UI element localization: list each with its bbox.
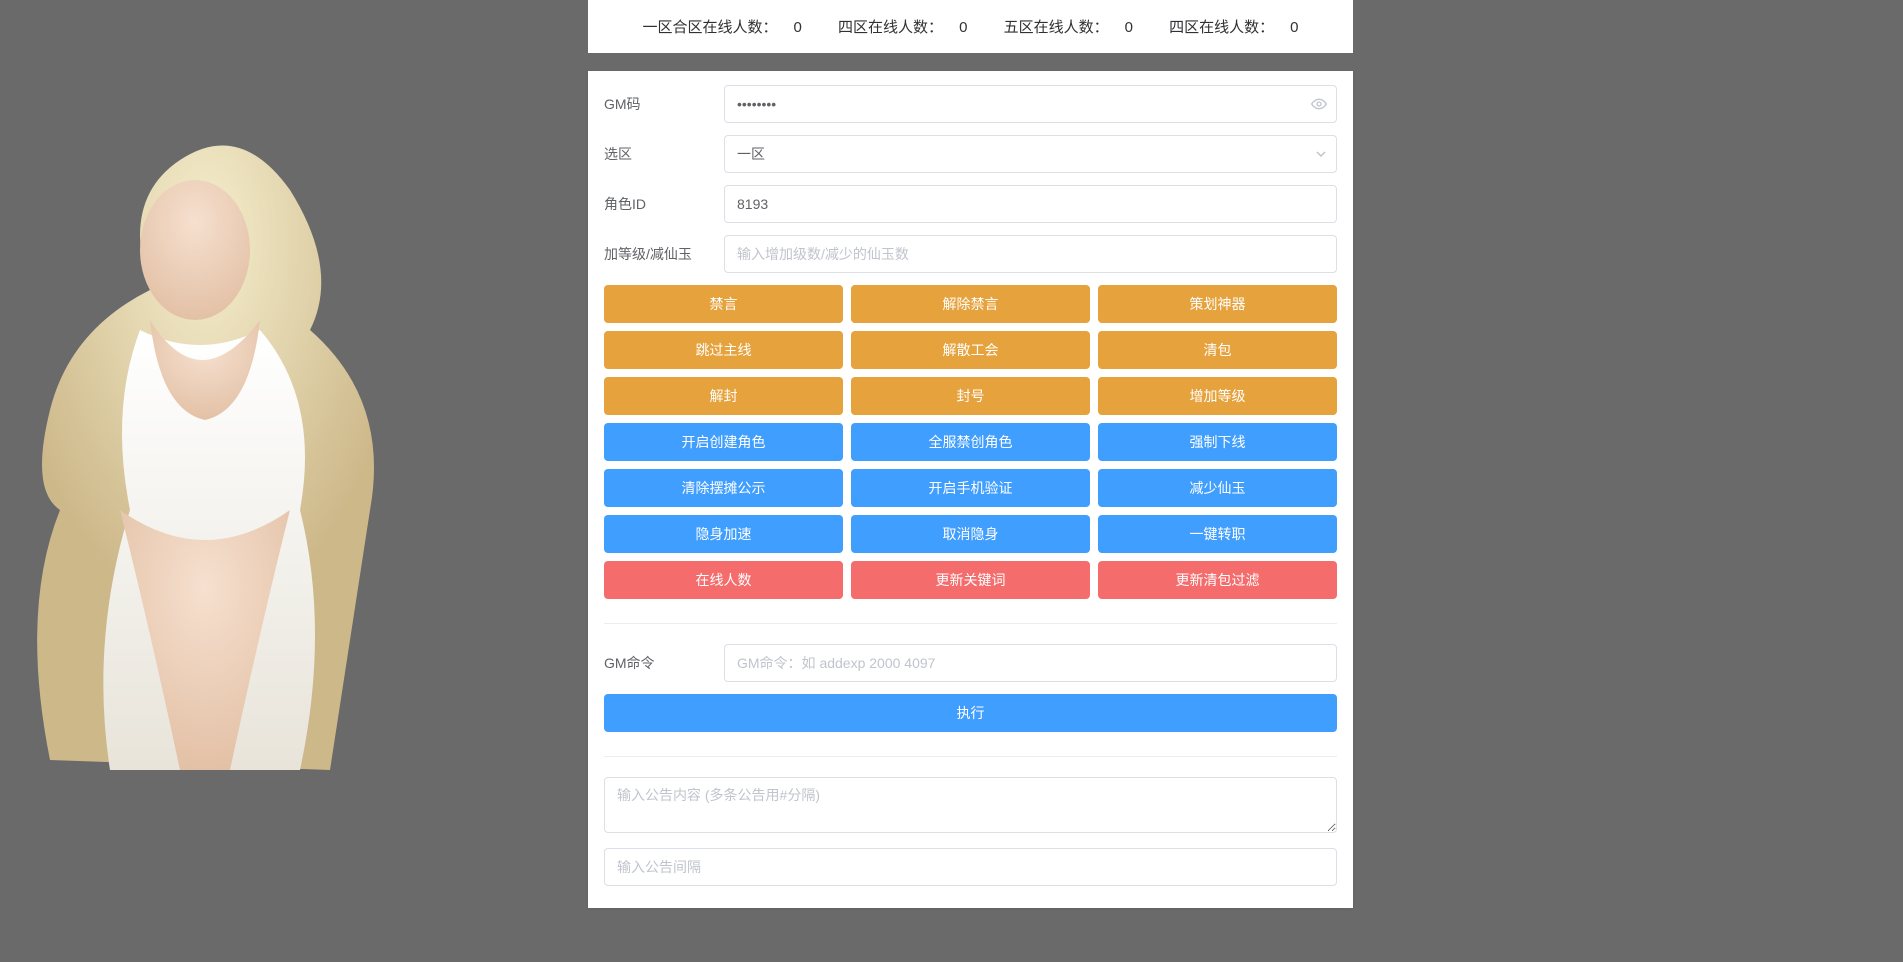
status-zone5: 五区在线人数：0: [996, 16, 1141, 37]
gm-code-label: GM码: [604, 94, 724, 114]
status-bar: 一区合区在线人数：0 四区在线人数：0 五区在线人数：0 四区在线人数：0: [588, 0, 1353, 53]
run-button[interactable]: 执行: [604, 694, 1337, 732]
row-role-id: 角色ID: [604, 185, 1337, 223]
btn-add-level[interactable]: 增加等级: [1098, 377, 1337, 415]
btn-force-offline[interactable]: 强制下线: [1098, 423, 1337, 461]
btn-open-phone-verify[interactable]: 开启手机验证: [851, 469, 1090, 507]
row-announce-interval: [604, 848, 1337, 886]
row-zone: 选区 一区: [604, 135, 1337, 173]
btn-stealth-speed[interactable]: 隐身加速: [604, 515, 843, 553]
divider-2: [604, 756, 1337, 757]
zone-label: 选区: [604, 144, 724, 164]
status-zone1: 一区合区在线人数：0: [635, 16, 810, 37]
gm-cmd-label: GM命令: [604, 653, 724, 673]
gm-cmd-input[interactable]: [724, 644, 1337, 682]
row-level: 加等级/减仙玉: [604, 235, 1337, 273]
btn-unmute[interactable]: 解除禁言: [851, 285, 1090, 323]
btn-plan-artifact[interactable]: 策划神器: [1098, 285, 1337, 323]
btn-unban[interactable]: 解封: [604, 377, 843, 415]
btn-disable-create[interactable]: 全服禁创角色: [851, 423, 1090, 461]
status-zone4b: 四区在线人数：0: [1161, 16, 1306, 37]
form-panel: GM码 选区 一区 角色ID: [588, 71, 1353, 908]
btn-row-red-0: 在线人数 更新关键词 更新清包过滤: [604, 561, 1337, 599]
background-figure: [0, 70, 400, 790]
level-input[interactable]: [724, 235, 1337, 273]
btn-row-orange-0: 禁言 解除禁言 策划神器: [604, 285, 1337, 323]
btn-online-count[interactable]: 在线人数: [604, 561, 843, 599]
btn-cancel-stealth[interactable]: 取消隐身: [851, 515, 1090, 553]
btn-open-create[interactable]: 开启创建角色: [604, 423, 843, 461]
btn-reduce-jade[interactable]: 减少仙玉: [1098, 469, 1337, 507]
row-run: 执行: [604, 694, 1337, 732]
btn-update-clear-filter[interactable]: 更新清包过滤: [1098, 561, 1337, 599]
status-zone4: 四区在线人数：0: [830, 16, 975, 37]
btn-row-blue-2: 隐身加速 取消隐身 一键转职: [604, 515, 1337, 553]
btn-update-keywords[interactable]: 更新关键词: [851, 561, 1090, 599]
btn-ban[interactable]: 封号: [851, 377, 1090, 415]
divider: [604, 623, 1337, 624]
announce-content-input[interactable]: [604, 777, 1337, 833]
announce-interval-input[interactable]: [604, 848, 1337, 886]
gm-code-input[interactable]: [724, 85, 1337, 123]
role-id-input[interactable]: [724, 185, 1337, 223]
btn-row-blue-1: 清除摆摊公示 开启手机验证 减少仙玉: [604, 469, 1337, 507]
btn-clear-bag[interactable]: 清包: [1098, 331, 1337, 369]
btn-row-orange-1: 跳过主线 解散工会 清包: [604, 331, 1337, 369]
btn-mute[interactable]: 禁言: [604, 285, 843, 323]
btn-one-key-transfer[interactable]: 一键转职: [1098, 515, 1337, 553]
main-container: 一区合区在线人数：0 四区在线人数：0 五区在线人数：0 四区在线人数：0 GM…: [588, 0, 1353, 908]
btn-row-blue-0: 开启创建角色 全服禁创角色 强制下线: [604, 423, 1337, 461]
btn-dissolve-guild[interactable]: 解散工会: [851, 331, 1090, 369]
row-announce-content: [604, 777, 1337, 836]
btn-clear-stall[interactable]: 清除摆摊公示: [604, 469, 843, 507]
row-gm-cmd: GM命令: [604, 644, 1337, 682]
zone-select[interactable]: 一区: [724, 135, 1337, 173]
row-gm-code: GM码: [604, 85, 1337, 123]
level-label: 加等级/减仙玉: [604, 244, 724, 264]
role-id-label: 角色ID: [604, 194, 724, 214]
btn-skip-main[interactable]: 跳过主线: [604, 331, 843, 369]
btn-row-orange-2: 解封 封号 增加等级: [604, 377, 1337, 415]
eye-icon[interactable]: [1311, 96, 1327, 112]
